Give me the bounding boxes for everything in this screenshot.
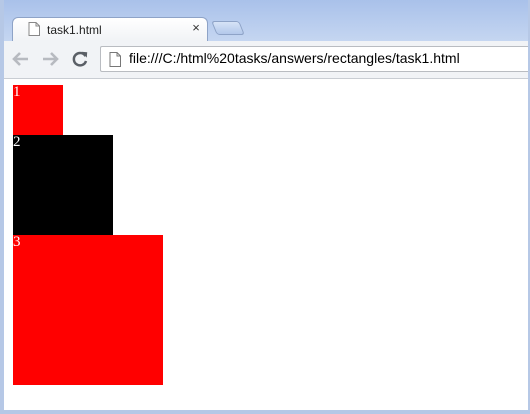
window-frame bbox=[0, 0, 530, 414]
